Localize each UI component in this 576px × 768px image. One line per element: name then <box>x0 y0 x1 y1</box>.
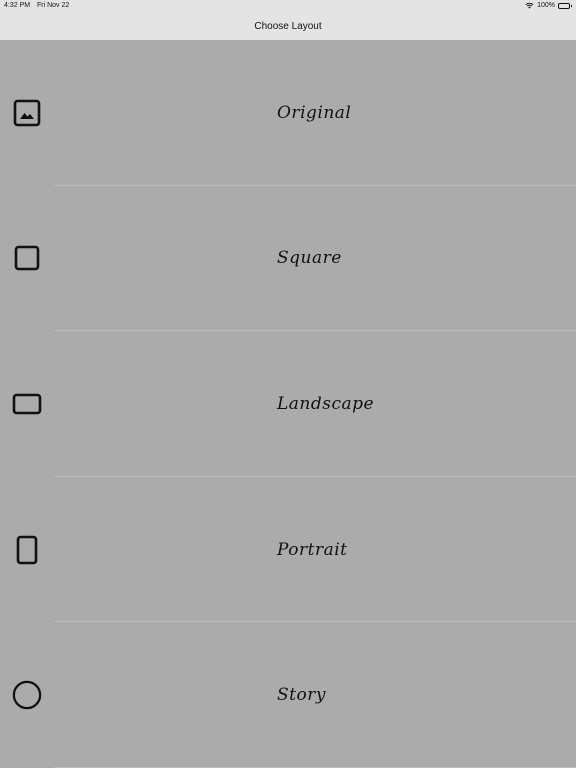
layout-option-square[interactable]: Square <box>0 186 576 332</box>
layout-option-story[interactable]: Story <box>0 622 576 768</box>
layout-option-original[interactable]: Original <box>0 40 576 186</box>
layout-option-portrait[interactable]: Portrait <box>0 477 576 623</box>
status-time: 4:32 PM <box>4 2 31 9</box>
layout-label: Story <box>277 685 326 706</box>
portrait-rect-icon <box>12 535 42 565</box>
wifi-icon <box>525 2 534 9</box>
layout-label: Landscape <box>277 393 375 414</box>
layout-list: Original Square Landscape Portrait Story <box>0 40 576 768</box>
battery-icon <box>558 2 572 9</box>
layout-label: Original <box>277 102 352 123</box>
layout-label: Square <box>277 248 342 269</box>
status-bar: 4:32 PM Fri Nov 22 100% <box>0 0 576 12</box>
nav-bar: Choose Layout <box>0 12 576 40</box>
circle-icon <box>12 680 42 710</box>
status-date: Fri Nov 22 <box>37 2 70 9</box>
page-title: Choose Layout <box>254 20 322 32</box>
status-indicators: 100% <box>525 2 572 9</box>
layout-option-landscape[interactable]: Landscape <box>0 331 576 477</box>
landscape-rect-icon <box>12 389 42 419</box>
battery-percent: 100% <box>537 2 555 9</box>
layout-label: Portrait <box>277 539 348 560</box>
square-icon <box>12 243 42 273</box>
photo-icon <box>12 98 42 128</box>
